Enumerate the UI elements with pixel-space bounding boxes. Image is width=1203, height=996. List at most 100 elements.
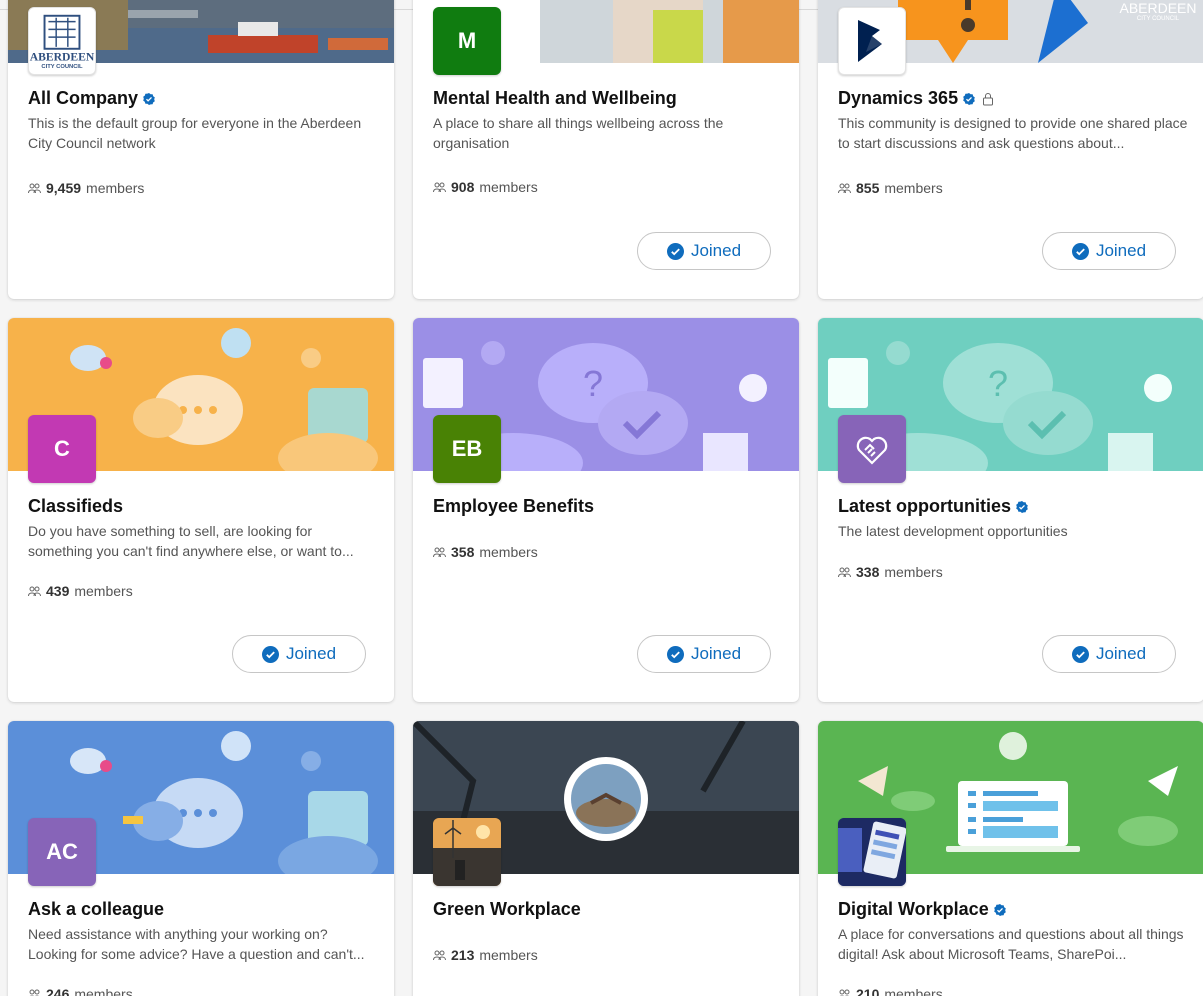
aberdeen-logo: ABERDEEN CITY COUNCIL <box>28 7 96 75</box>
group-title-text[interactable]: Mental Health and Wellbeing <box>433 88 677 109</box>
joined-button[interactable]: Joined <box>637 635 771 673</box>
group-title[interactable]: Green Workplace <box>433 899 581 920</box>
group-card-mental-health[interactable]: M Mental Health and Wellbeing A place to… <box>413 0 799 299</box>
group-title-text[interactable]: Latest opportunities <box>838 496 1011 517</box>
group-title[interactable]: Latest opportunities <box>838 496 1028 517</box>
group-description: This community is designed to provide on… <box>838 115 1188 151</box>
member-count: 246 members <box>28 986 133 996</box>
member-count-label: members <box>884 564 943 580</box>
member-count: 358 members <box>433 544 538 560</box>
members-icon <box>839 989 850 996</box>
aberdeen-logo-word: ABERDEEN <box>30 50 95 63</box>
group-title-text[interactable]: Green Workplace <box>433 899 581 920</box>
members-icon <box>433 950 446 960</box>
member-count-value: 908 <box>451 179 475 195</box>
member-count-label: members <box>86 180 145 196</box>
lock-icon <box>983 92 994 105</box>
group-card-classifieds[interactable]: C Classifieds Do you have something to s… <box>8 318 394 702</box>
group-logo <box>838 415 906 483</box>
verified-icon <box>143 92 155 105</box>
members-icon <box>838 183 851 193</box>
group-title-text[interactable]: Dynamics 365 <box>838 88 958 109</box>
dynamics-logo <box>838 7 906 75</box>
joined-button[interactable]: Joined <box>1042 635 1176 673</box>
member-count: 9,459 members <box>28 180 144 196</box>
member-count-value: 246 <box>46 986 70 996</box>
svg-text:?: ? <box>988 363 1008 404</box>
members-icon <box>28 183 41 193</box>
member-count: 210 members <box>838 986 943 996</box>
verified-icon <box>1016 500 1028 513</box>
group-card-latest-opportunities[interactable]: ? Latest opportunities The latest develo… <box>818 318 1203 702</box>
group-description: A place for conversations and questions … <box>838 926 1184 962</box>
group-title[interactable]: Employee Benefits <box>433 496 594 517</box>
member-count-value: 210 <box>856 986 880 996</box>
members-icon <box>433 182 446 192</box>
group-card-green-workplace[interactable]: Green Workplace 213 members <box>413 721 799 996</box>
group-title-text[interactable]: Classifieds <box>28 496 123 517</box>
member-count-value: 9,459 <box>46 180 82 196</box>
group-title-text[interactable]: Ask a colleague <box>28 899 164 920</box>
check-circle-icon <box>1071 645 1089 663</box>
member-count-value: 338 <box>856 564 880 580</box>
member-count-value: 855 <box>856 180 880 196</box>
joined-button[interactable]: Joined <box>232 635 366 673</box>
members-icon <box>29 989 40 996</box>
group-title[interactable]: Dynamics 365 <box>838 88 994 109</box>
member-count-label: members <box>884 180 943 196</box>
group-logo: C <box>28 415 96 483</box>
banner-watermark-word: ABERDEEN <box>1119 0 1196 16</box>
group-logo: EB <box>433 415 501 483</box>
joined-label: Joined <box>690 241 742 260</box>
joined-label: Joined <box>1095 644 1147 663</box>
joined-label: Joined <box>1095 241 1147 260</box>
member-count-label: members <box>479 179 538 195</box>
check-circle-icon <box>1071 242 1089 260</box>
joined-label: Joined <box>690 644 742 663</box>
group-card-dynamics-365[interactable]: ABERDEEN CITY COUNCIL Dynamics 365 This … <box>818 0 1203 299</box>
group-card-digital-workplace[interactable]: Digital Workplace A place for conversati… <box>818 721 1203 996</box>
group-title[interactable]: All Company <box>28 88 155 109</box>
group-title-text[interactable]: Digital Workplace <box>838 899 989 920</box>
member-count-value: 439 <box>46 583 70 599</box>
group-description: This is the default group for everyone i… <box>28 115 362 151</box>
group-logo: M <box>433 7 501 75</box>
verified-icon <box>963 92 975 105</box>
verified-icon <box>993 903 1006 916</box>
group-title[interactable]: Classifieds <box>28 496 123 517</box>
group-title[interactable]: Ask a colleague <box>28 899 164 920</box>
group-logo <box>433 818 501 886</box>
check-circle-icon <box>666 242 684 260</box>
dynamics-icon <box>858 20 882 62</box>
joined-button[interactable]: Joined <box>637 232 771 270</box>
joined-label: Joined <box>285 644 337 663</box>
group-title-text[interactable]: All Company <box>28 88 138 109</box>
check-circle-icon <box>261 645 279 663</box>
group-title-text[interactable]: Employee Benefits <box>433 496 594 517</box>
member-count: 213 members <box>433 947 538 963</box>
group-logo <box>838 818 906 886</box>
group-title[interactable]: Digital Workplace <box>838 899 1006 920</box>
member-count-label: members <box>479 544 538 560</box>
group-card-employee-benefits[interactable]: ? EB Employee Benefits 358 members Joine… <box>413 318 799 702</box>
joined-button[interactable]: Joined <box>1042 232 1176 270</box>
aberdeen-logo-subword: CITY COUNCIL <box>41 64 83 70</box>
banner-watermark-subword: CITY COUNCIL <box>1137 16 1180 22</box>
group-title[interactable]: Mental Health and Wellbeing <box>433 88 677 109</box>
member-count-label: members <box>74 583 133 599</box>
members-icon <box>838 567 851 577</box>
svg-text:?: ? <box>583 363 603 404</box>
member-count: 855 members <box>838 180 943 196</box>
group-card-all-company[interactable]: ABERDEEN CITY COUNCIL All Company This i… <box>8 0 394 299</box>
members-icon <box>28 586 41 596</box>
group-description: Need assistance with anything your worki… <box>28 926 365 962</box>
tablet-photo <box>838 818 906 886</box>
group-card-ask-a-colleague[interactable]: AC Ask a colleague Need assistance with … <box>8 721 394 996</box>
member-count: 439 members <box>28 583 133 599</box>
member-count-value: 213 <box>451 947 475 963</box>
wind-turbine-photo <box>433 818 501 886</box>
handshake-heart-icon <box>856 436 888 465</box>
member-count-label: members <box>74 986 133 996</box>
members-icon <box>433 547 446 557</box>
group-description: A place to share all things wellbeing ac… <box>433 115 724 151</box>
